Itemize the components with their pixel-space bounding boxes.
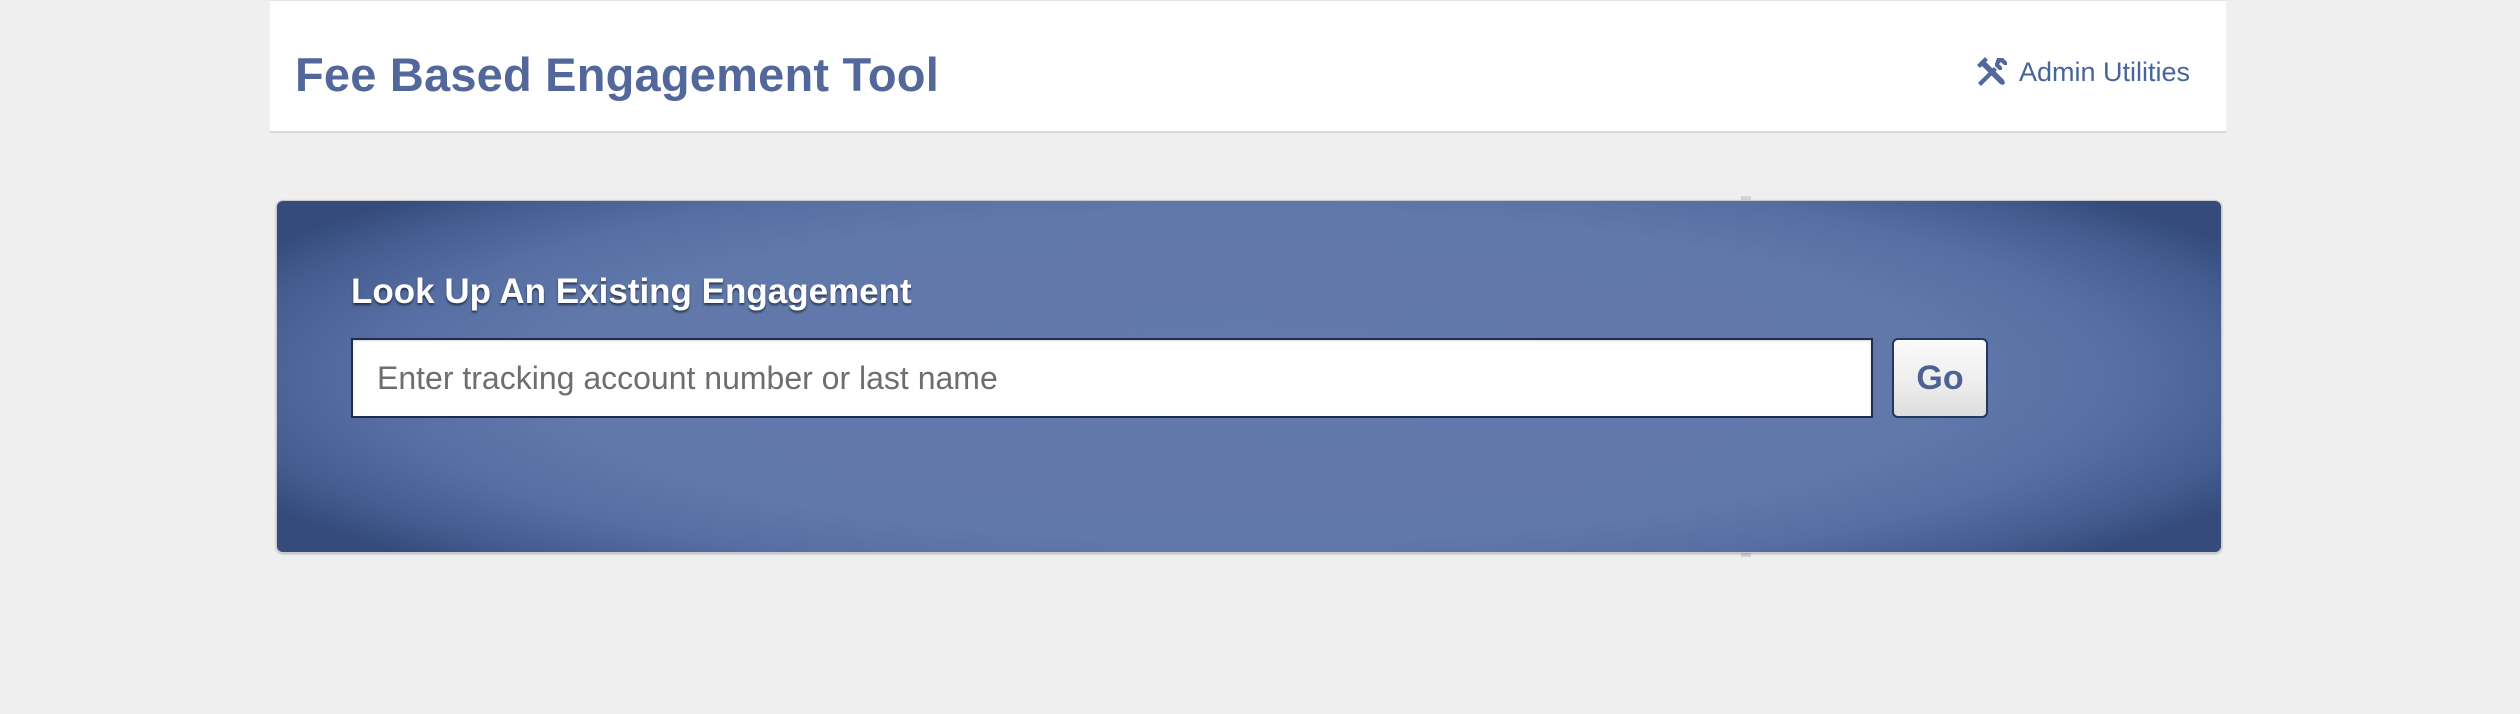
lookup-heading: Look Up An Existing Engagement <box>351 272 912 311</box>
app-header: Fee Based Engagement Tool Admin Utilitie… <box>270 0 2226 133</box>
engagement-lookup-panel: Look Up An Existing Engagement Go <box>276 200 2222 553</box>
tools-icon <box>1975 55 2009 89</box>
engagement-search-input[interactable] <box>351 338 1873 418</box>
admin-utilities-link[interactable]: Admin Utilities <box>1975 55 2190 89</box>
go-button[interactable]: Go <box>1892 338 1988 418</box>
app-title: Fee Based Engagement Tool <box>295 48 939 101</box>
page: Fee Based Engagement Tool Admin Utilitie… <box>0 0 2520 714</box>
admin-utilities-label: Admin Utilities <box>2018 57 2190 87</box>
panel-bottom-notch <box>1741 553 1751 557</box>
